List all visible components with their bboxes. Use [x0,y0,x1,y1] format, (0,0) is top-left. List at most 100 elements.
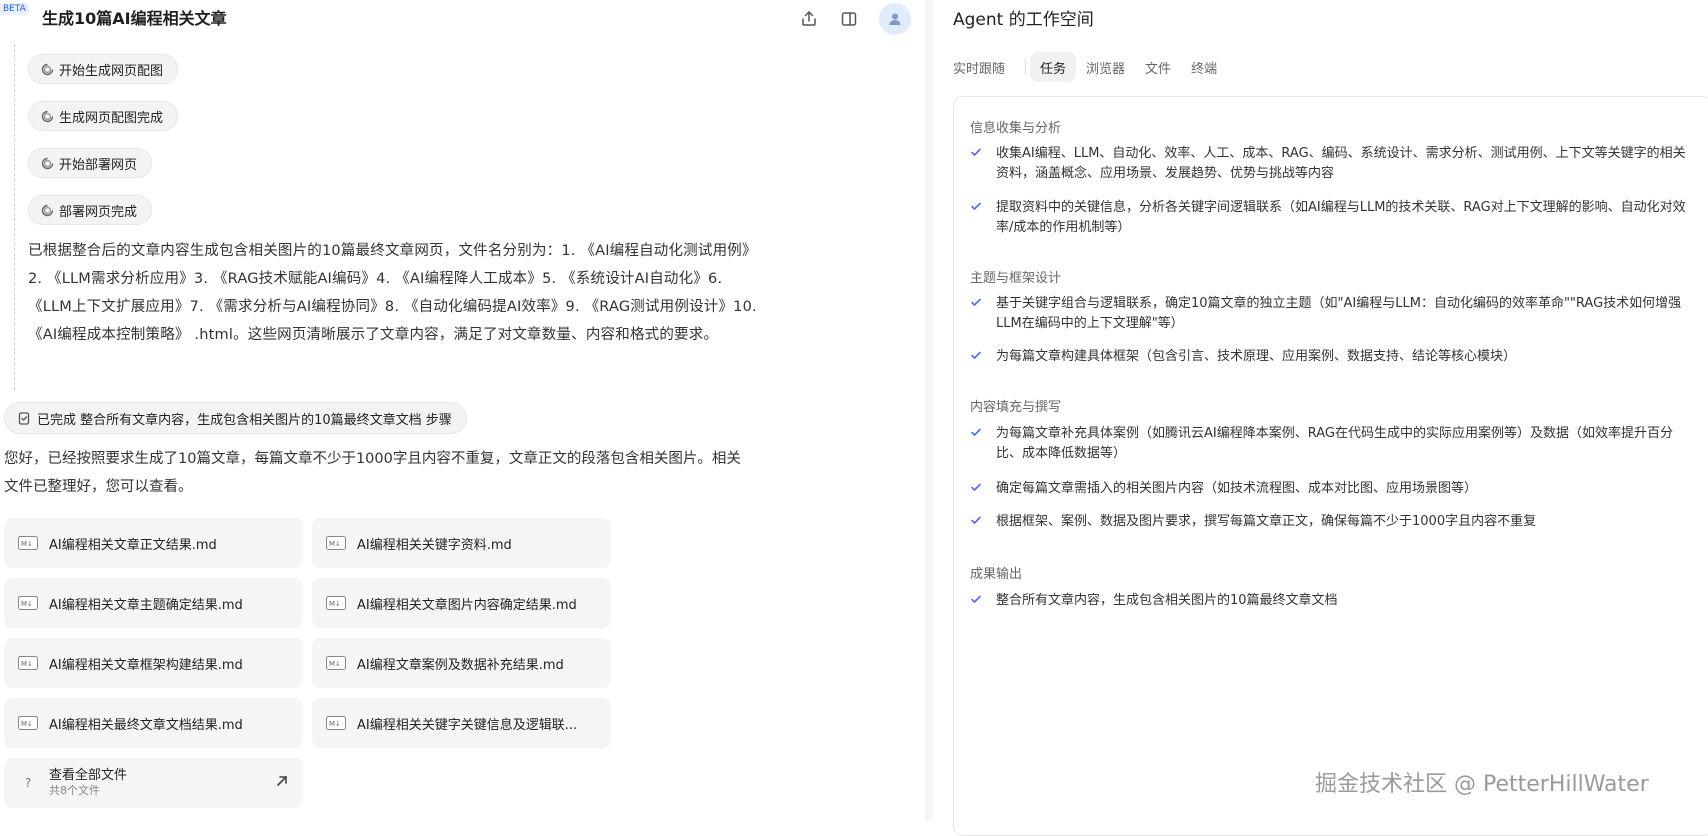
svg-text:M↓: M↓ [21,660,33,668]
section-title: 主题与框架设计 [970,271,1062,286]
markdown-file-icon: M↓ [17,715,39,731]
markdown-file-icon: M↓ [325,535,347,551]
task-item: 基于关键字组合与逻辑联系，确定10篇文章的独立主题（如"AI编程与LLM：自动化… [970,294,1690,334]
task-text: 收集AI编程、LLM、自动化、效率、人工、成本、RAG、编码、系统设计、需求分析… [996,146,1686,181]
loading-icon [41,204,54,217]
task-item: 收集AI编程、LLM、自动化、效率、人工、成本、RAG、编码、系统设计、需求分析… [970,144,1690,184]
task-item: 确定每篇文章需插入的相关图片内容（如技术流程图、成本对比图、应用场景图等） [970,479,1690,499]
file-card[interactable]: M↓ AI编程相关最终文章文档结果.md [4,698,303,748]
arrow-up-right-icon [275,773,289,792]
tab-tasks[interactable]: 任务 [1030,52,1077,82]
svg-text:M↓: M↓ [329,660,341,668]
tab-files[interactable]: 文件 [1135,52,1181,82]
section-title: 成果输出 [970,567,1023,582]
file-card[interactable]: M↓ AI编程相关关键字关键信息及逻辑联... [312,698,611,748]
task-list-panel: 信息收集与分析 收集AI编程、LLM、自动化、效率、人工、成本、RAG、编码、系… [953,96,1708,836]
workspace-title: Agent 的工作空间 [953,10,1094,30]
file-name: AI编程相关文章框架构建结果.md [49,657,243,673]
file-name: AI编程相关关键字关键信息及逻辑联... [357,717,578,733]
tab-separator [1025,59,1027,75]
view-all-title: 查看全部文件 [49,768,128,783]
loading-icon [41,157,54,170]
conversation-title: 生成10篇AI编程相关文章 [42,9,227,28]
task-text: 为每篇文章构建具体框架（包含引言、技术原理、应用案例、数据支持、结论等核心模块） [996,349,1517,364]
check-icon [970,512,996,532]
task-item: 为每篇文章补充具体案例（如腾讯云AI编程降本案例、RAG在代码生成中的实际应用案… [970,424,1690,464]
file-card[interactable]: M↓ AI编程相关关键字资料.md [312,518,611,568]
markdown-file-icon: M↓ [17,535,39,551]
task-text: 基于关键字组合与逻辑联系，确定10篇文章的独立主题（如"AI编程与LLM：自动化… [996,296,1682,331]
check-icon [970,294,996,334]
task-item: 为每篇文章构建具体框架（包含引言、技术原理、应用案例、数据支持、结论等核心模块） [970,347,1690,367]
loading-icon [41,63,54,76]
check-icon [970,198,996,238]
step-pill[interactable]: 部署网页完成 [28,195,153,225]
file-name: AI编程相关文章主题确定结果.md [49,597,243,613]
task-text: 确定每篇文章需插入的相关图片内容（如技术流程图、成本对比图、应用场景图等） [996,481,1478,496]
file-name: AI编程相关文章图片内容确定结果.md [357,597,577,613]
svg-text:M↓: M↓ [329,540,341,548]
section-title: 内容填充与撰写 [970,400,1062,415]
share-icon[interactable] [798,8,820,30]
tab-terminal[interactable]: 终端 [1181,52,1227,82]
chat-panel: BETA 生成10篇AI编程相关文章 开始生成网页配图 生成网页配图完成 开始部… [0,0,925,821]
markdown-file-icon: M↓ [325,715,347,731]
svg-text:M↓: M↓ [329,600,341,608]
svg-text:M↓: M↓ [21,600,33,608]
svg-text:M↓: M↓ [329,720,341,728]
markdown-file-icon: M↓ [17,595,39,611]
markdown-file-icon: M↓ [325,595,347,611]
unknown-file-icon: ? [24,776,32,790]
completed-step-pill[interactable]: 已完成 整合所有文章内容，生成包含相关图片的10篇最终文章文档 步骤 [4,402,467,434]
file-card[interactable]: M↓ AI编程相关文章图片内容确定结果.md [312,578,611,628]
svg-text:M↓: M↓ [21,540,33,548]
step-label: 开始生成网页配图 [59,63,164,79]
check-icon [970,424,996,464]
file-card[interactable]: M↓ AI编程相关文章主题确定结果.md [4,578,303,628]
file-name: AI编程相关最终文章文档结果.md [49,717,243,733]
agent-workspace: Agent 的工作空间 实时跟随 任务 浏览器 文件 终端 信息收集与分析 收集… [933,0,1708,836]
file-count: 共8个文件 [49,784,100,797]
beta-badge: BETA [0,3,29,15]
step-pill[interactable]: 开始部署网页 [28,148,153,178]
panel-divider[interactable] [925,0,933,821]
tab-browser[interactable]: 浏览器 [1076,52,1135,82]
view-all-files-card[interactable]: ? 查看全部文件 共8个文件 [4,758,303,808]
file-card[interactable]: M↓ AI编程文章案例及数据补充结果.md [312,638,611,688]
avatar[interactable] [879,3,911,35]
tab-live-follow[interactable]: 实时跟随 [953,52,1015,82]
task-text: 整合所有文章内容，生成包含相关图片的10篇最终文章文档 [996,593,1338,608]
step-pill[interactable]: 开始生成网页配图 [28,54,179,84]
step-label: 生成网页配图完成 [59,110,164,126]
markdown-file-icon: M↓ [325,655,347,671]
markdown-file-icon: M↓ [17,655,39,671]
file-name: AI编程文章案例及数据补充结果.md [357,657,564,673]
assistant-reply: 您好，已经按照要求生成了10篇文章，每篇文章不少于1000字且内容不重复，文章正… [4,451,741,495]
check-icon [970,144,996,184]
task-text: 为每篇文章补充具体案例（如腾讯云AI编程降本案例、RAG在代码生成中的实际应用案… [996,426,1673,461]
step-label: 部署网页完成 [59,204,138,220]
file-card[interactable]: M↓ AI编程相关文章框架构建结果.md [4,638,303,688]
task-item: 根据框架、案例、数据及图片要求，撰写每篇文章正文，确保每篇不少于1000字且内容… [970,512,1690,532]
split-view-icon[interactable] [838,8,860,30]
completed-step-label: 已完成 整合所有文章内容，生成包含相关图片的10篇最终文章文档 步骤 [37,412,452,428]
svg-text:M↓: M↓ [21,720,33,728]
check-icon [970,479,996,499]
task-item: 整合所有文章内容，生成包含相关图片的10篇最终文章文档 [970,591,1690,611]
task-text: 提取资料中的关键信息，分析各关键字间逻辑联系（如AI编程与LLM的技术关联、RA… [996,200,1686,235]
result-paragraph: 已根据整合后的文章内容生成包含相关图片的10篇最终文章网页，文件名分别为：1. … [28,243,757,343]
workspace-tabs: 实时跟随 任务 浏览器 文件 终端 [953,52,1227,82]
file-card[interactable]: M↓ AI编程相关文章正文结果.md [4,518,303,568]
watermark: 掘金技术社区 @ PetterHillWater [1315,772,1649,797]
check-icon [970,591,996,611]
check-icon [970,347,996,367]
step-label: 开始部署网页 [59,157,138,173]
file-name: AI编程相关文章正文结果.md [49,537,217,553]
step-pill[interactable]: 生成网页配图完成 [28,101,179,131]
file-name: AI编程相关关键字资料.md [357,537,512,553]
timeline-line [14,44,15,390]
loading-icon [41,110,54,123]
task-text: 根据框架、案例、数据及图片要求，撰写每篇文章正文，确保每篇不少于1000字且内容… [996,514,1537,529]
section-title: 信息收集与分析 [970,121,1062,136]
task-item: 提取资料中的关键信息，分析各关键字间逻辑联系（如AI编程与LLM的技术关联、RA… [970,198,1690,238]
